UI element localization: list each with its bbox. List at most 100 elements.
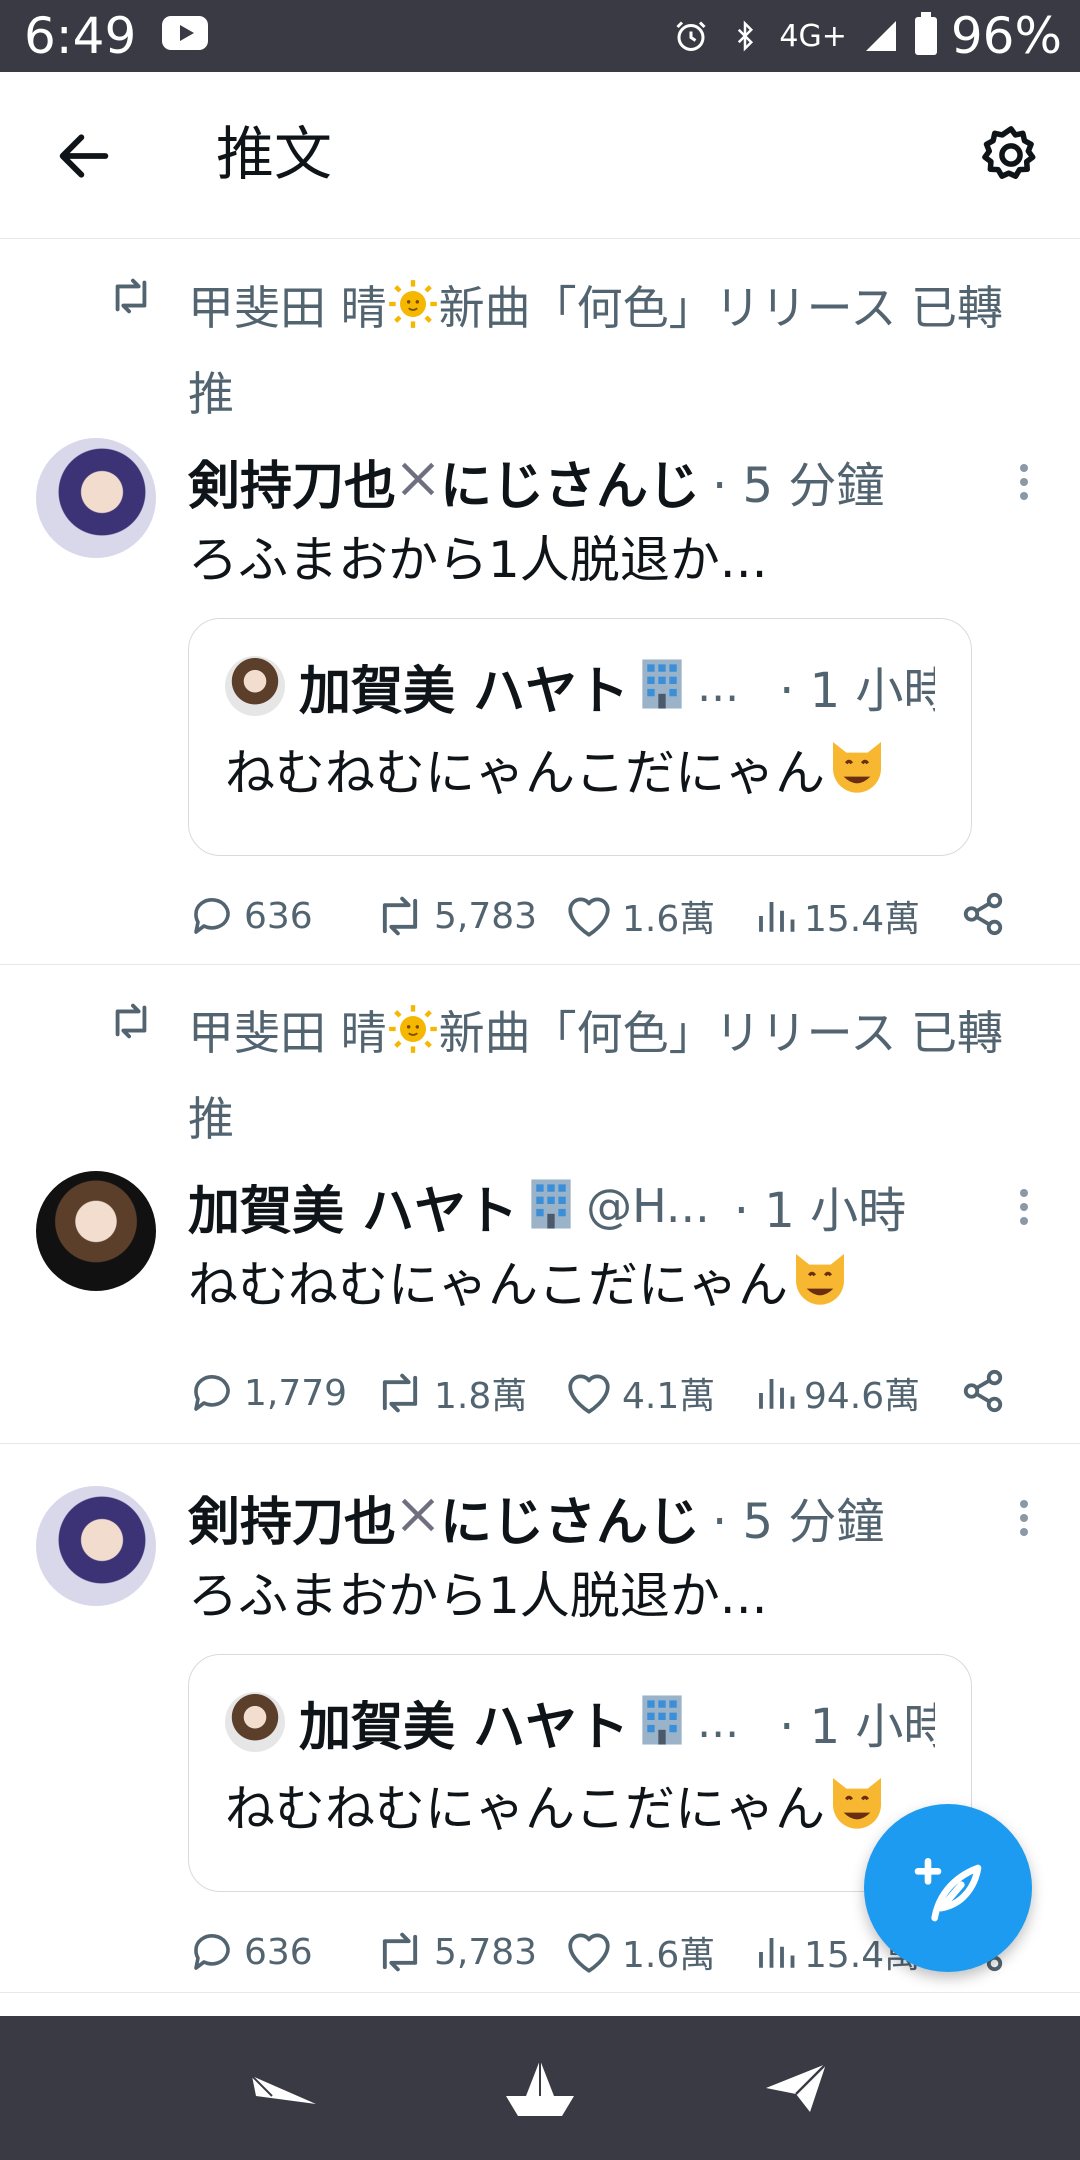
like-icon [568, 1374, 610, 1414]
like-count: 4.1萬 [622, 1376, 716, 1417]
quoted-time: · 1 小時 [779, 1699, 935, 1755]
retweet-button[interactable]: 1.8萬 [374, 1367, 564, 1419]
reply-icon [194, 1375, 230, 1411]
retweet-icon [382, 896, 418, 936]
views-icon [759, 902, 795, 932]
author-name[interactable]: 加賀美 ハヤト [188, 1169, 518, 1243]
back-button[interactable] [52, 124, 116, 188]
share-icon [963, 892, 1003, 936]
nav-home-button[interactable] [500, 2052, 580, 2124]
settings-button[interactable] [978, 122, 1044, 188]
battery-icon [914, 12, 937, 55]
tweet-time[interactable]: · 5 分鐘 [712, 446, 884, 516]
office-building-emoji-icon [637, 1693, 687, 1751]
like-icon [568, 897, 610, 937]
bluetooth-icon [725, 16, 765, 56]
tweet-actions: 1,779 1.8萬 4.1萬 94.6萬 [188, 1333, 1044, 1453]
retweet-button[interactable]: 5,783 [374, 1929, 564, 1975]
retweeter-name[interactable]: 甲斐田 晴 [188, 1006, 387, 1060]
retweet-icon [115, 278, 147, 314]
retweet-icon [382, 1373, 418, 1413]
reply-count: 636 [244, 1931, 313, 1973]
share-button[interactable] [960, 891, 1006, 941]
reply-button[interactable]: 1,779 [188, 1369, 374, 1417]
quoted-time: · 1 小時 [779, 663, 935, 719]
share-button[interactable] [960, 1368, 1006, 1418]
retweet-icon [382, 1932, 418, 1972]
author-name[interactable]: 剣持刀也 [188, 1480, 396, 1554]
retweet-icon [115, 1003, 147, 1039]
page-title: 推文 [216, 120, 333, 188]
crossed-swords-emoji-icon [396, 457, 440, 505]
crossed-swords-emoji-icon [396, 1493, 440, 1541]
avatar[interactable] [36, 438, 156, 558]
reply-count: 1,779 [244, 1372, 348, 1414]
nav-recents-button[interactable] [756, 2052, 836, 2124]
tweet-item[interactable]: 甲斐田 晴新曲「何色」リリース 已轉推 剣持刀也 にじさんじ · 5 分鐘 ろふまお… [0, 240, 1080, 965]
like-button[interactable]: 1.6萬 [564, 1926, 754, 1978]
battery-percent: 96% [950, 7, 1062, 65]
gear-icon [982, 126, 1036, 179]
author-affiliation[interactable]: にじさんじ [440, 444, 700, 518]
tweet-feed: 甲斐田 晴新曲「何色」リリース 已轉推 剣持刀也 にじさんじ · 5 分鐘 ろふまお… [0, 240, 1080, 1993]
reply-count: 636 [244, 895, 313, 937]
like-button[interactable]: 1.6萬 [564, 890, 754, 942]
grinning-cat-emoji-icon [788, 1248, 852, 1333]
quoted-avatar [225, 656, 285, 716]
status-bar: 6:49 4G+ 96% [0, 0, 1080, 72]
youtube-notification-icon [162, 16, 208, 50]
views-button[interactable]: 94.6萬 [754, 1367, 954, 1419]
quoted-tweet[interactable]: 加賀美 ハヤト ... · 1 小時 ねむねむにゃんこだにゃん [188, 1654, 972, 1892]
views-icon [759, 1379, 795, 1409]
retweet-count: 5,783 [434, 895, 538, 937]
share-icon [963, 1369, 1003, 1413]
more-options-button[interactable] [1004, 1179, 1044, 1235]
tweet-item[interactable]: 甲斐田 晴新曲「何色」リリース 已轉推 加賀美 ハヤト @H... · 1 小時 ね… [0, 965, 1080, 1444]
author-handle[interactable]: @H... [586, 1179, 710, 1233]
tweet-time[interactable]: · 5 分鐘 [712, 1482, 884, 1552]
top-app-bar: 推文 [0, 72, 1080, 239]
retweet-context: 甲斐田 晴新曲「何色」リリース 已轉推 [0, 965, 1080, 1169]
network-type: 4G+ [779, 18, 847, 54]
paper-plane-icon [766, 2063, 827, 2112]
views-count: 94.6萬 [804, 1376, 921, 1417]
tweet-actions: 636 5,783 1.6萬 15.4萬 [188, 856, 1044, 976]
views-icon [759, 1938, 795, 1968]
compose-tweet-button[interactable] [864, 1804, 1032, 1972]
like-button[interactable]: 4.1萬 [564, 1367, 754, 1419]
quoted-handle-truncated: ... [697, 660, 740, 712]
author-name[interactable]: 剣持刀也 [188, 444, 396, 518]
quoted-author-name: 加賀美 ハヤト [299, 661, 630, 722]
more-options-button[interactable] [1004, 1490, 1044, 1546]
tweet-text: ねむねむにゃんこだにゃん [188, 1256, 788, 1314]
quoted-author-name: 加賀美 ハヤト [299, 1697, 630, 1758]
quoted-text: ねむねむにゃんこだにゃん [225, 1780, 825, 1838]
quoted-tweet[interactable]: 加賀美 ハヤト ... · 1 小時 ねむねむにゃんこだにゃん [188, 618, 972, 856]
reply-button[interactable]: 636 [188, 1928, 374, 1976]
signal-icon [861, 16, 901, 56]
paper-plane-flat-icon [251, 2075, 316, 2104]
office-building-emoji-icon [637, 657, 687, 715]
nav-back-button[interactable] [244, 2052, 324, 2124]
avatar[interactable] [36, 1486, 156, 1606]
more-options-button[interactable] [1004, 454, 1044, 510]
alarm-icon [671, 16, 711, 56]
tweet-text: ろふまおから1人脱退か... [188, 1567, 768, 1625]
reply-icon [194, 898, 230, 934]
tweet-time[interactable]: · 1 小時 [734, 1171, 906, 1241]
retweeter-name[interactable]: 甲斐田 晴 [188, 281, 387, 335]
author-affiliation[interactable]: にじさんじ [440, 1480, 700, 1554]
views-button[interactable]: 15.4萬 [754, 890, 954, 942]
sun-emoji-icon [387, 274, 439, 354]
retweet-count: 5,783 [434, 1931, 538, 1973]
back-arrow-icon [59, 134, 109, 178]
like-count: 1.6萬 [622, 899, 716, 940]
like-icon [568, 1933, 610, 1973]
quoted-avatar [225, 1692, 285, 1752]
avatar[interactable] [36, 1171, 156, 1291]
sun-emoji-icon [387, 999, 439, 1079]
system-navigation-bar [0, 2016, 1080, 2160]
reply-button[interactable]: 636 [188, 892, 374, 940]
retweet-button[interactable]: 5,783 [374, 893, 564, 939]
retweet-count: 1.8萬 [434, 1376, 528, 1417]
